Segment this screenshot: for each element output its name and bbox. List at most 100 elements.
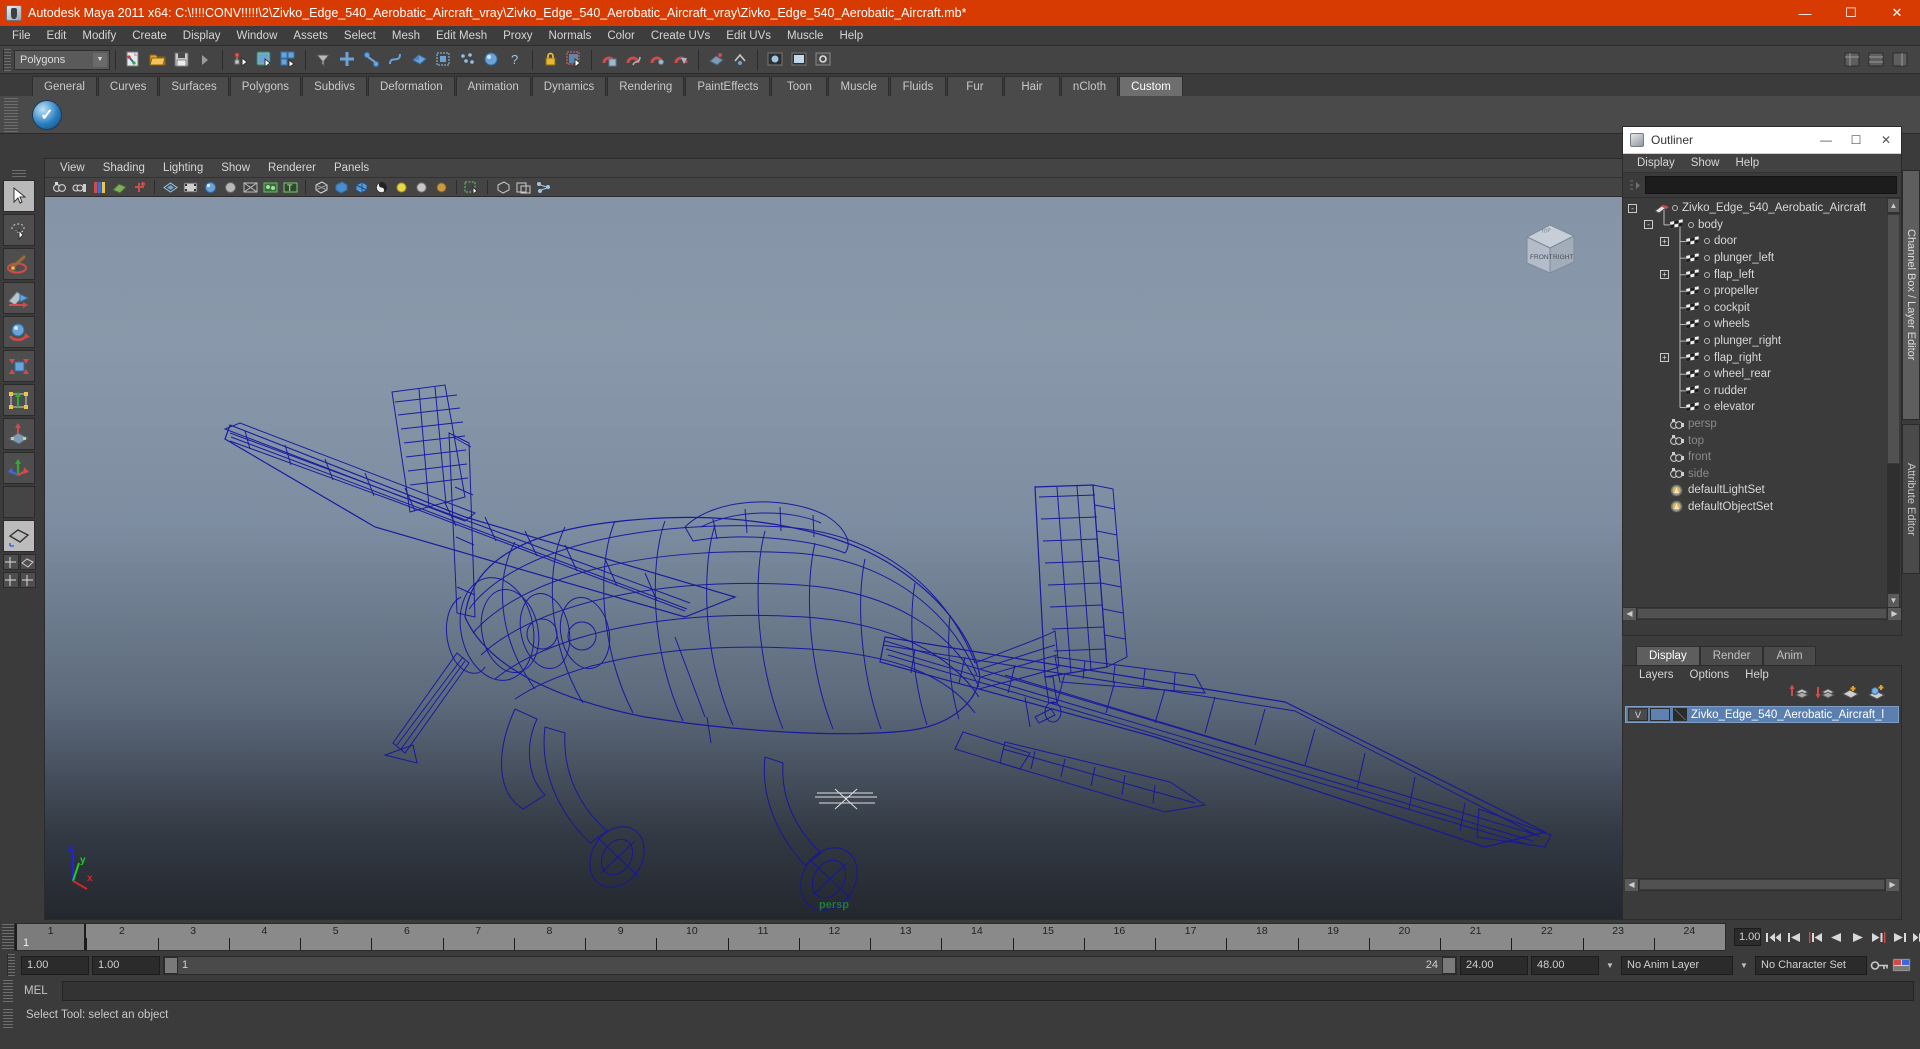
shelf-tab-muscle[interactable]: Muscle	[828, 76, 888, 96]
move-layer-down-icon[interactable]	[1815, 684, 1835, 705]
single-perspective-view-icon[interactable]	[494, 179, 512, 196]
chevron-down-icon-character-set[interactable]: ▼	[1736, 956, 1752, 975]
scroll-thumb[interactable]	[1887, 214, 1900, 464]
command-input[interactable]	[62, 981, 1914, 1001]
layer-editor-tab-anim[interactable]: Anim	[1763, 646, 1815, 665]
select-by-component-icon[interactable]	[277, 49, 299, 71]
outliner-menu-help[interactable]: Help	[1728, 156, 1768, 170]
texture-display-icon[interactable]	[372, 179, 390, 196]
shelf-tab-hair[interactable]: Hair	[1004, 76, 1060, 96]
use-all-lights-icon[interactable]	[412, 179, 430, 196]
create-empty-layer-icon[interactable]	[1841, 684, 1861, 705]
outliner-item[interactable]: defaultLightSet	[1623, 482, 1901, 499]
tab-attribute-editor[interactable]: Attribute Editor	[1902, 424, 1920, 574]
select-deformation-icon[interactable]	[432, 49, 454, 71]
outliner-maximize-button[interactable]: ☐	[1841, 127, 1871, 154]
select-curve-icon[interactable]	[384, 49, 406, 71]
show-manipulator-tool-button[interactable]	[3, 452, 35, 484]
outliner-tree[interactable]: -Zivko_Edge_540_Aerobatic_Aircraft- body…	[1623, 197, 1901, 607]
make-live-icon[interactable]	[705, 49, 727, 71]
open-scene-icon[interactable]	[146, 49, 168, 71]
go-to-start-button[interactable]	[1765, 927, 1782, 947]
hscroll-right-arrow[interactable]: ▶	[1888, 608, 1901, 620]
outliner-item[interactable]: side	[1623, 466, 1901, 483]
menu-item-muscle[interactable]: Muscle	[779, 28, 831, 44]
shelf-tab-curves[interactable]: Curves	[98, 76, 158, 96]
outliner-close-button[interactable]: ✕	[1871, 127, 1901, 154]
display-layer-list[interactable]: VZivko_Edge_540_Aerobatic_Aircraft_l	[1625, 706, 1899, 876]
layer-menu-options[interactable]: Options	[1682, 668, 1738, 682]
outliner-item[interactable]: plunger_left	[1623, 250, 1901, 267]
layer-playback-toggle[interactable]	[1650, 708, 1670, 721]
outliner-minimize-button[interactable]: —	[1811, 127, 1841, 154]
layer-list-horizontal-scrollbar[interactable]: ◀ ▶	[1625, 878, 1899, 891]
outliner-menu-display[interactable]: Display	[1629, 156, 1683, 170]
hypershade-icon[interactable]	[534, 179, 552, 196]
menu-item-edit-mesh[interactable]: Edit Mesh	[428, 28, 495, 44]
wireframe-shading-icon[interactable]	[312, 179, 330, 196]
display-layer-row[interactable]: VZivko_Edge_540_Aerobatic_Aircraft_l	[1625, 706, 1899, 723]
create-layer-from-selection-icon[interactable]	[1867, 684, 1887, 705]
resolution-gate-icon[interactable]	[201, 179, 219, 196]
select-dynamics-icon[interactable]	[456, 49, 478, 71]
menu-item-proxy[interactable]: Proxy	[495, 28, 540, 44]
outliner-item[interactable]: rudder	[1623, 383, 1901, 400]
outliner-item[interactable]: + flap_left	[1623, 266, 1901, 283]
step-back-frame-button[interactable]	[1807, 927, 1824, 947]
select-filter-icon[interactable]	[312, 49, 334, 71]
menu-item-window[interactable]: Window	[228, 28, 285, 44]
menu-item-color[interactable]: Color	[599, 28, 642, 44]
animation-start-time-field[interactable]: 1.00	[21, 956, 89, 975]
outliner-item[interactable]: front	[1623, 449, 1901, 466]
film-gate-icon[interactable]	[181, 179, 199, 196]
expand-icon[interactable]: +	[1660, 237, 1669, 246]
hscroll-thumb[interactable]	[1637, 608, 1887, 619]
menu-item-create-uvs[interactable]: Create UVs	[643, 28, 718, 44]
lock-icon[interactable]	[539, 49, 561, 71]
playback-start-time-field[interactable]: 1.00	[92, 956, 160, 975]
tab-channel-box-layer-editor[interactable]: Channel Box / Layer Editor	[1902, 170, 1920, 420]
step-forward-key-button[interactable]	[1891, 927, 1908, 947]
menu-item-help[interactable]: Help	[831, 28, 871, 44]
layer-menu-help[interactable]: Help	[1737, 668, 1777, 682]
construction-history-icon[interactable]	[729, 49, 751, 71]
animation-preferences-icon[interactable]	[1892, 955, 1911, 975]
outliner-item[interactable]: top	[1623, 432, 1901, 449]
toolbox-grip[interactable]	[12, 170, 26, 178]
outliner-item[interactable]: + flap_right	[1623, 349, 1901, 366]
collapse-icon[interactable]: -	[1628, 204, 1637, 213]
expand-icon[interactable]: +	[1660, 353, 1669, 362]
grid-toggle-icon[interactable]	[161, 179, 179, 196]
outliner-menu-show[interactable]: Show	[1683, 156, 1728, 170]
range-slider-track[interactable]: 1 24	[163, 956, 1457, 975]
render-current-frame-icon[interactable]	[764, 49, 786, 71]
outliner-item[interactable]: - body	[1623, 217, 1901, 234]
menu-item-mesh[interactable]: Mesh	[384, 28, 428, 44]
character-set-field[interactable]: No Character Set	[1755, 956, 1867, 975]
select-surface-icon[interactable]	[408, 49, 430, 71]
view-cube[interactable]: TOP FRONT RIGHT	[1519, 221, 1581, 279]
go-to-end-button[interactable]	[1912, 927, 1920, 947]
command-language-label[interactable]: MEL	[16, 985, 62, 997]
outliner-item[interactable]: propeller	[1623, 283, 1901, 300]
layer-editor-toggle-icon[interactable]	[1865, 49, 1887, 71]
outliner-item[interactable]: -Zivko_Edge_540_Aerobatic_Aircraft	[1623, 200, 1901, 217]
camera-attributes-icon[interactable]	[70, 179, 88, 196]
range-left-handle[interactable]	[164, 957, 178, 974]
play-forwards-button[interactable]	[1849, 927, 1866, 947]
step-forward-frame-button[interactable]	[1870, 927, 1887, 947]
shaded-wireframe-icon[interactable]	[352, 179, 370, 196]
expand-toolbar-icon[interactable]	[194, 49, 216, 71]
shelf-tab-fluids[interactable]: Fluids	[890, 76, 946, 96]
soft-modification-tool-button[interactable]	[3, 418, 35, 450]
minimize-button[interactable]: —	[1782, 0, 1828, 26]
select-by-object-icon[interactable]	[253, 49, 275, 71]
menu-item-create[interactable]: Create	[124, 28, 175, 44]
gate-mask-icon[interactable]	[221, 179, 239, 196]
bookmarks-icon[interactable]	[90, 179, 108, 196]
scale-tool-button[interactable]	[3, 350, 35, 382]
scroll-down-arrow[interactable]: ▼	[1887, 593, 1900, 607]
menu-item-assets[interactable]: Assets	[285, 28, 336, 44]
layer-hscroll-left-arrow[interactable]: ◀	[1625, 879, 1638, 891]
layout-four-pane-button[interactable]	[3, 572, 19, 588]
